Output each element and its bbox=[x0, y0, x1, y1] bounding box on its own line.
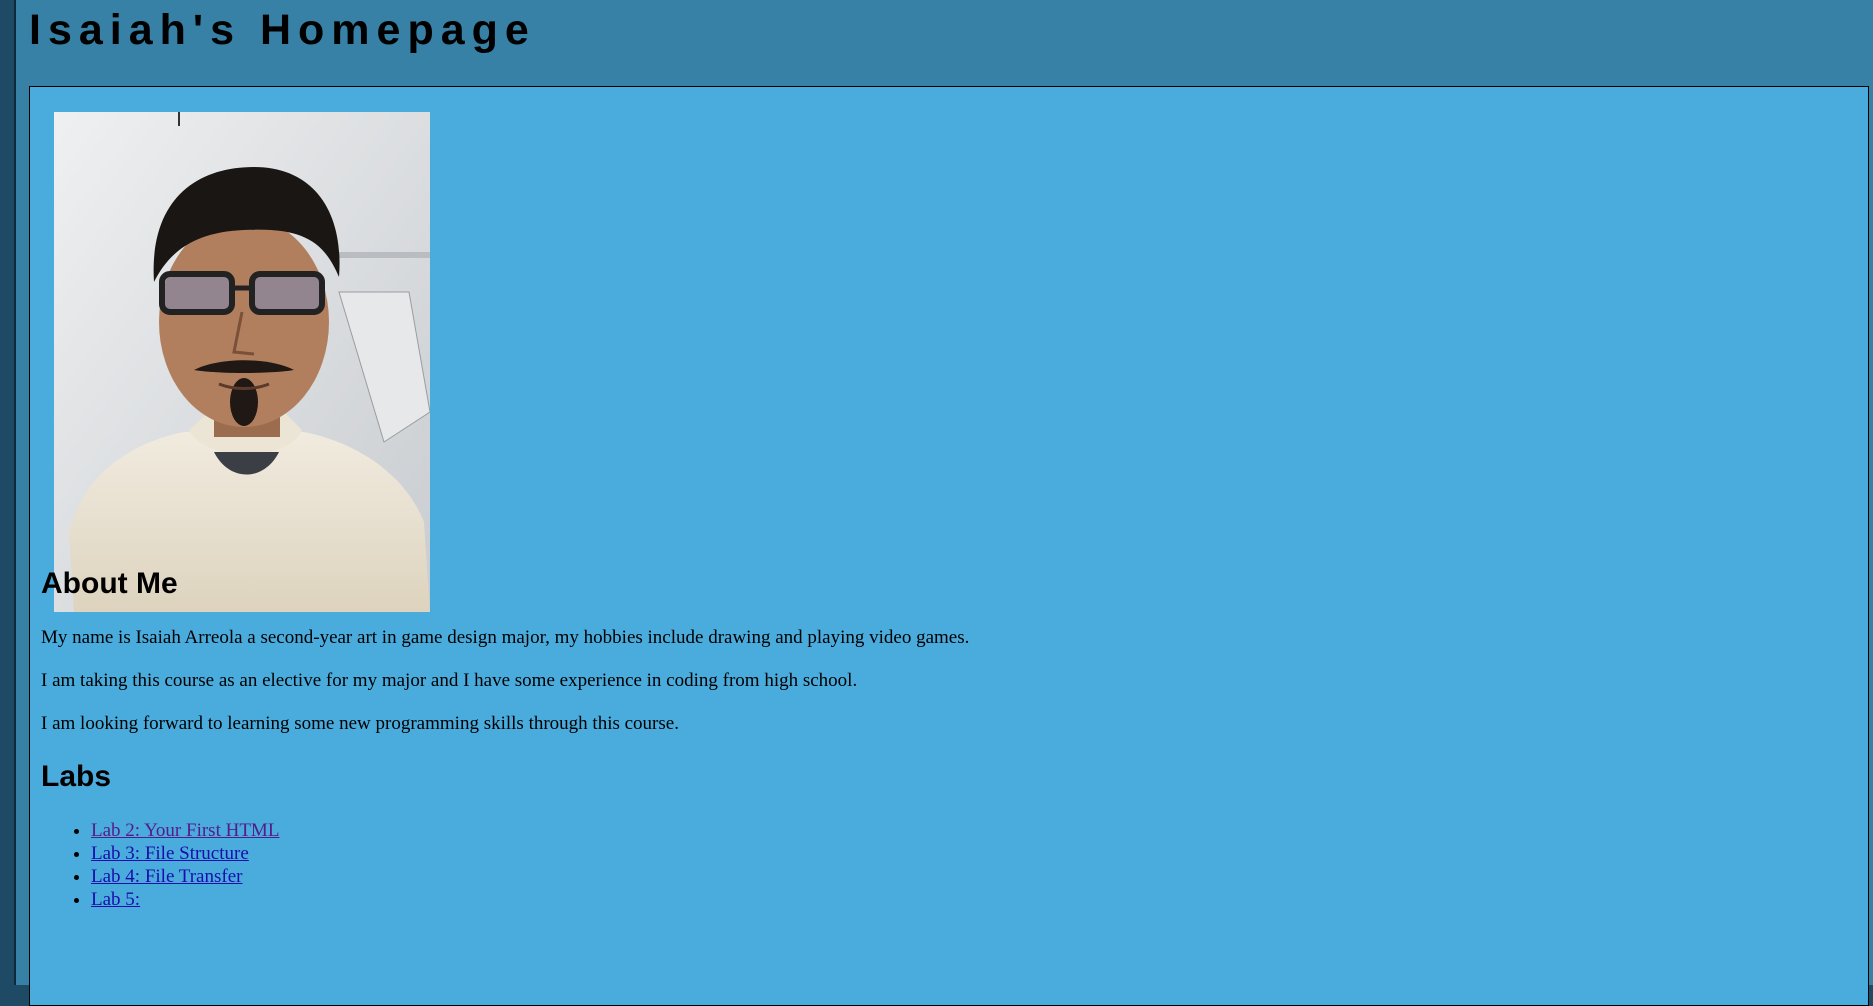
list-item: Lab 3: File Structure bbox=[91, 842, 279, 865]
page-shell: Isaiah's Homepage About Me My name is Is… bbox=[14, 0, 1873, 1006]
labs-list: Lab 2: Your First HTML Lab 3: File Struc… bbox=[41, 819, 279, 911]
list-item: Lab 4: File Transfer bbox=[91, 865, 279, 888]
profile-photo-image bbox=[54, 112, 430, 612]
lab-4-link[interactable]: Lab 4: File Transfer bbox=[91, 866, 242, 887]
site-title: Isaiah's Homepage bbox=[29, 6, 536, 54]
about-paragraph: I am taking this course as an elective f… bbox=[41, 670, 858, 691]
about-paragraph: I am looking forward to learning some ne… bbox=[41, 713, 679, 734]
list-item: Lab 2: Your First HTML bbox=[91, 819, 279, 842]
lab-3-link[interactable]: Lab 3: File Structure bbox=[91, 843, 249, 864]
lab-5-link[interactable]: Lab 5: bbox=[91, 889, 140, 910]
list-item: Lab 5: bbox=[91, 888, 279, 911]
labs-heading: Labs bbox=[41, 760, 112, 793]
about-paragraph: My name is Isaiah Arreola a second-year … bbox=[41, 627, 970, 648]
about-me-heading: About Me bbox=[41, 567, 178, 600]
lab-2-link[interactable]: Lab 2: Your First HTML bbox=[91, 820, 279, 841]
content-panel bbox=[29, 86, 1869, 1006]
profile-photo bbox=[54, 112, 430, 612]
